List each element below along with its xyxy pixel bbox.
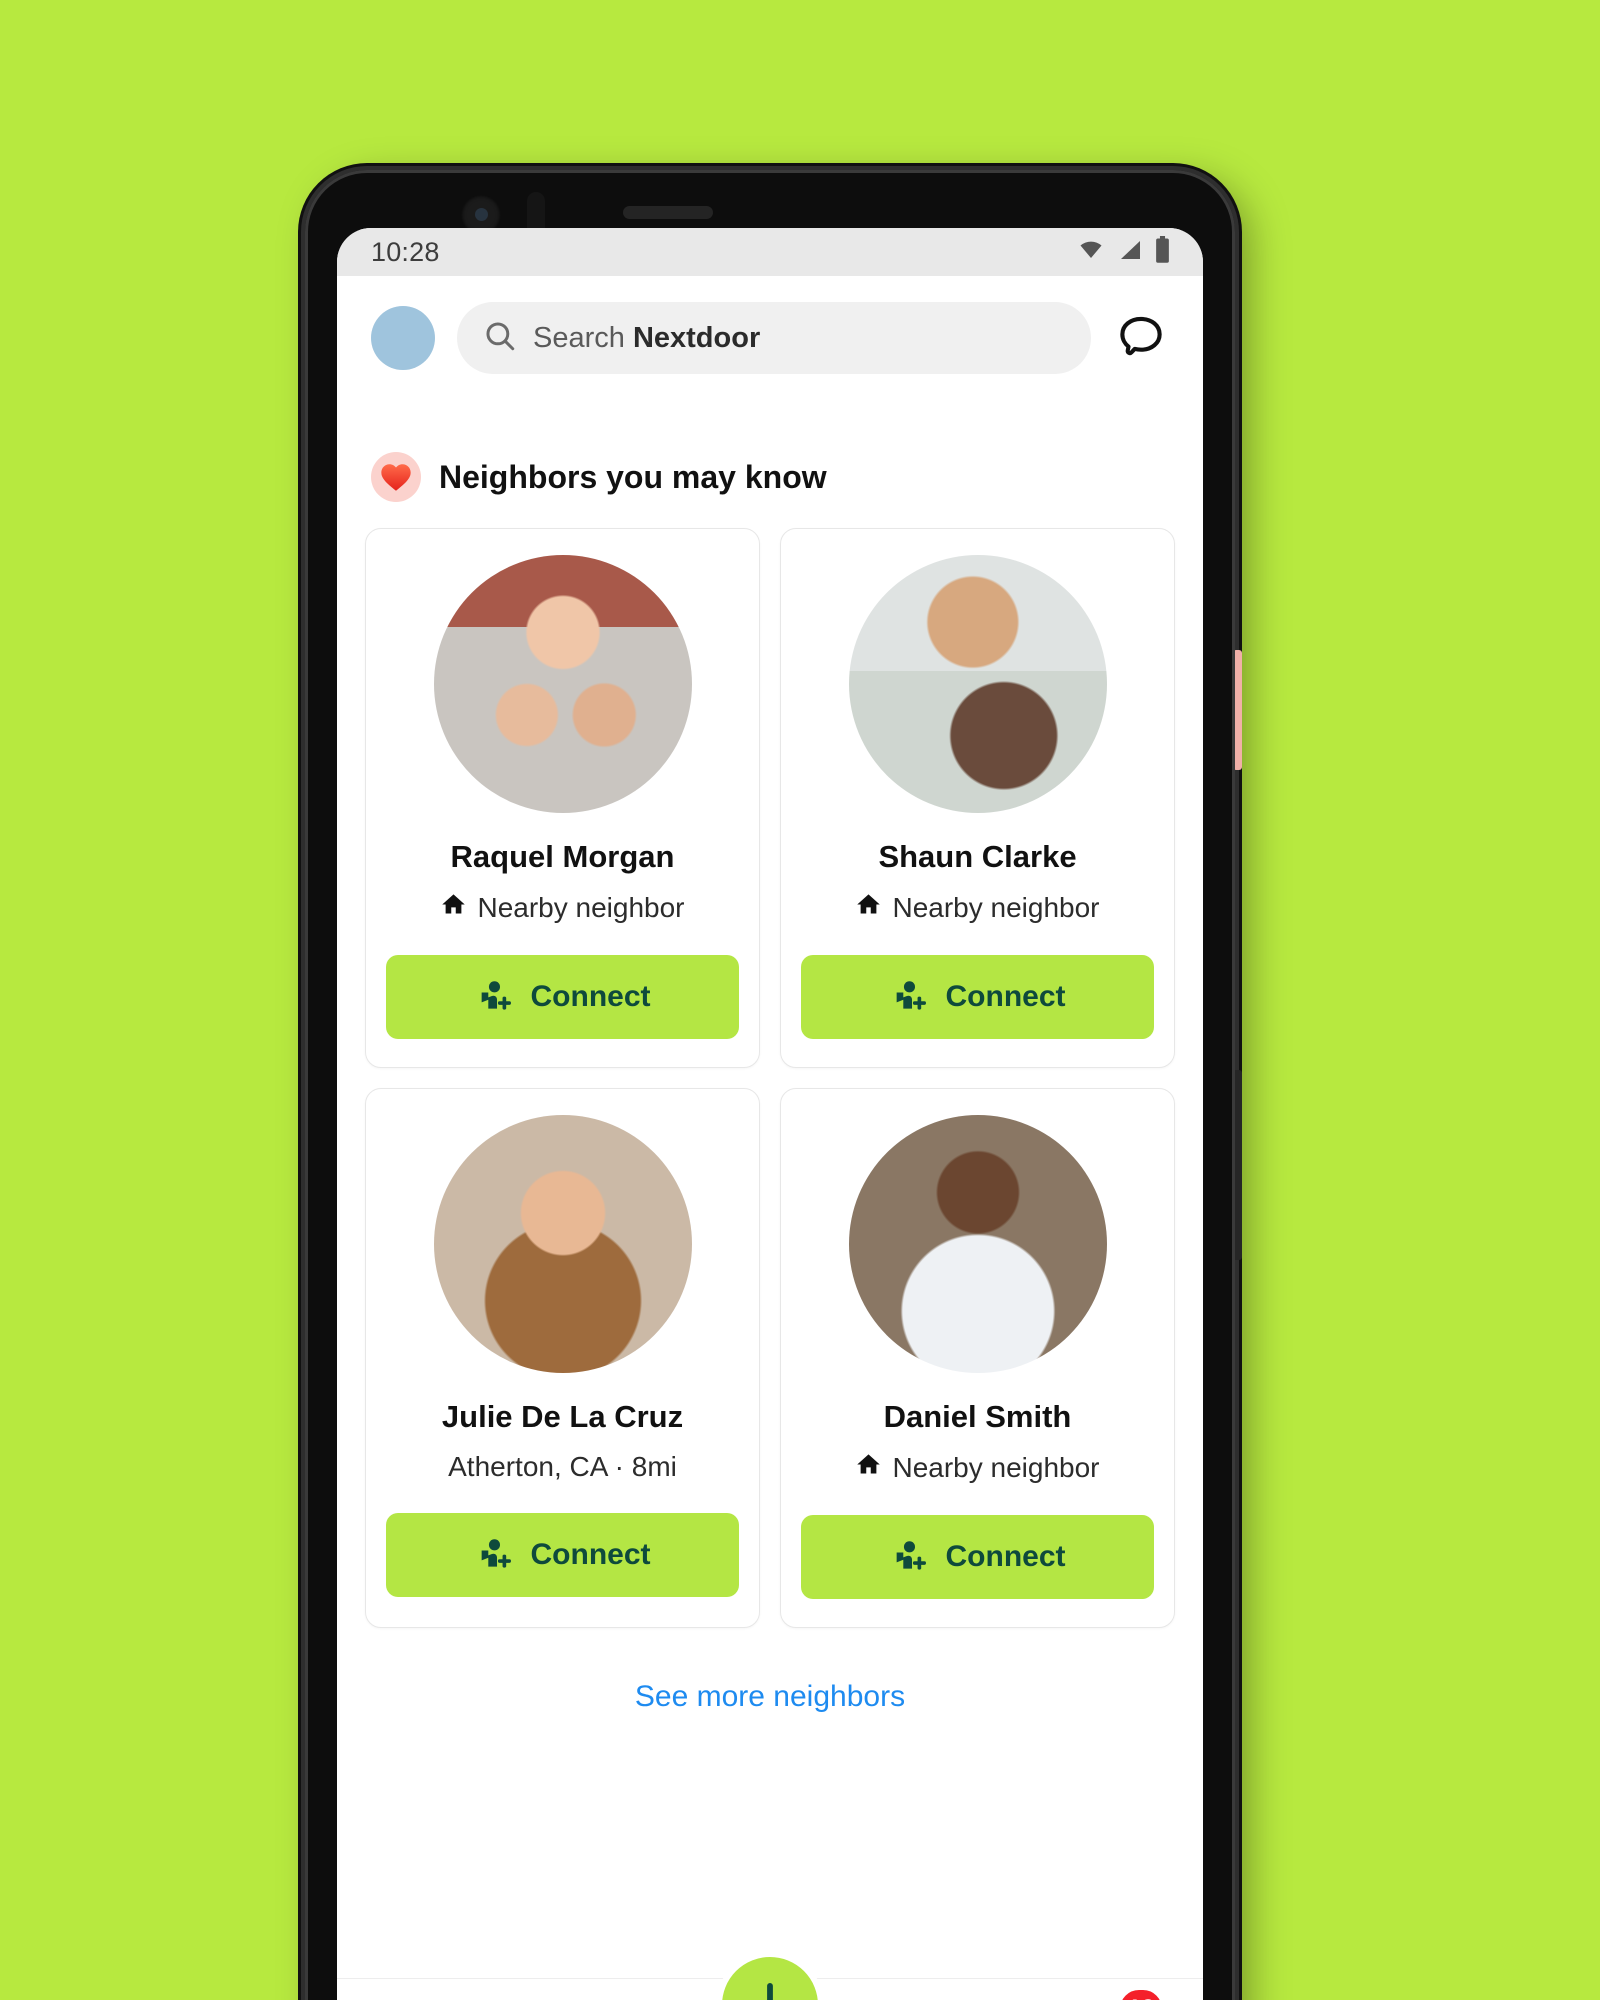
neighbor-subtitle-text: Nearby neighbor	[477, 892, 685, 923]
neighbor-name: Shaun Clarke	[878, 839, 1077, 874]
home-icon	[855, 891, 882, 925]
nav-item-home[interactable]	[369, 1995, 479, 2000]
status-bar-clock: 10:28	[371, 236, 440, 267]
neighbor-subtitle: Nearby neighbor	[855, 1451, 1100, 1485]
nav-item-compose[interactable]	[715, 1951, 824, 2000]
neighbor-avatar[interactable]	[848, 1115, 1107, 1373]
app-top-bar: Search Nextdoor	[337, 276, 1203, 400]
neighbor-subtitle-text: Nearby neighbor	[892, 892, 1100, 923]
connect-button-label: Connect	[945, 1540, 1066, 1573]
home-icon	[440, 891, 467, 925]
cellular-signal-icon	[1117, 238, 1143, 267]
phone-screen: 10:28 Search Nextdoor Neighbors you may …	[337, 228, 1203, 2000]
chat-bubble-icon[interactable]	[1113, 310, 1169, 366]
phone-frame: 10:28 Search Nextdoor Neighbors you may …	[305, 170, 1242, 2000]
groups-icon	[915, 1995, 971, 2000]
neighbor-avatar[interactable]	[848, 555, 1107, 813]
neighbor-name: Raquel Morgan	[450, 839, 675, 874]
nav-item-messages[interactable]	[542, 1995, 652, 2000]
battery-icon	[1154, 235, 1171, 269]
status-bar-icons	[1076, 235, 1171, 269]
power-button[interactable]	[1233, 650, 1242, 770]
wifi-icon	[1076, 238, 1106, 267]
neighbor-subtitle-text: Atherton, CA · 8mi	[448, 1451, 677, 1482]
home-icon	[855, 1451, 882, 1485]
neighbor-card[interactable]: Julie De La Cruz Atherton, CA · 8mi Conn…	[365, 1088, 760, 1628]
neighbor-name: Julie De La Cruz	[441, 1399, 684, 1434]
see-more-neighbors-link[interactable]: See more neighbors	[337, 1628, 1203, 1760]
connect-button[interactable]: Connect	[386, 1513, 739, 1597]
neighbor-subtitle: Nearby neighbor	[855, 891, 1100, 925]
person-add-icon	[475, 1535, 513, 1576]
neighbor-subtitle: Nearby neighbor	[440, 891, 685, 925]
chat-filled-icon	[569, 1995, 625, 2000]
neighbor-card[interactable]: Shaun Clarke Nearby neighbor Connect	[780, 528, 1175, 1068]
person-add-icon	[890, 1537, 928, 1578]
neighbor-subtitle-text: Nearby neighbor	[892, 1452, 1100, 1483]
page-title: Neighbors you may know	[439, 458, 827, 495]
neighbor-card[interactable]: Daniel Smith Nearby neighbor Connect	[780, 1088, 1175, 1628]
person-add-icon	[890, 977, 928, 1018]
connect-button[interactable]: Connect	[386, 955, 739, 1039]
nav-item-notifications[interactable]: 19	[1061, 1987, 1171, 2000]
neighbor-avatar[interactable]	[433, 555, 692, 813]
neighbor-avatar[interactable]	[433, 1115, 692, 1373]
neighbor-card[interactable]: Raquel Morgan Nearby neighbor Connect	[365, 528, 760, 1068]
neighbor-subtitle: Atherton, CA · 8mi	[448, 1451, 677, 1483]
home-icon	[396, 1995, 452, 2000]
earpiece-speaker	[623, 206, 713, 219]
connect-button-label: Connect	[945, 980, 1066, 1013]
status-badge: 19	[1117, 1987, 1166, 2000]
search-icon	[483, 319, 517, 358]
bottom-navigation-bar: 19	[337, 1951, 1203, 2000]
connect-button-label: Connect	[530, 980, 651, 1013]
neighbor-name: Daniel Smith	[883, 1399, 1072, 1434]
plus-icon	[741, 1975, 799, 2000]
heart-icon	[371, 452, 421, 502]
connect-button-label: Connect	[530, 1538, 651, 1571]
person-add-icon	[475, 977, 513, 1018]
connect-button[interactable]: Connect	[801, 955, 1154, 1039]
nav-item-groups[interactable]	[888, 1995, 998, 2000]
neighbors-grid: Raquel Morgan Nearby neighbor Connect Sh…	[337, 528, 1203, 1628]
search-placeholder: Search Nextdoor	[533, 321, 761, 354]
section-header: Neighbors you may know	[337, 400, 1203, 528]
search-input[interactable]: Search Nextdoor	[457, 302, 1091, 374]
connect-button[interactable]: Connect	[801, 1515, 1154, 1599]
avatar[interactable]	[371, 306, 435, 370]
volume-rocker-button[interactable]	[1233, 1070, 1242, 1260]
status-bar: 10:28	[337, 228, 1203, 276]
